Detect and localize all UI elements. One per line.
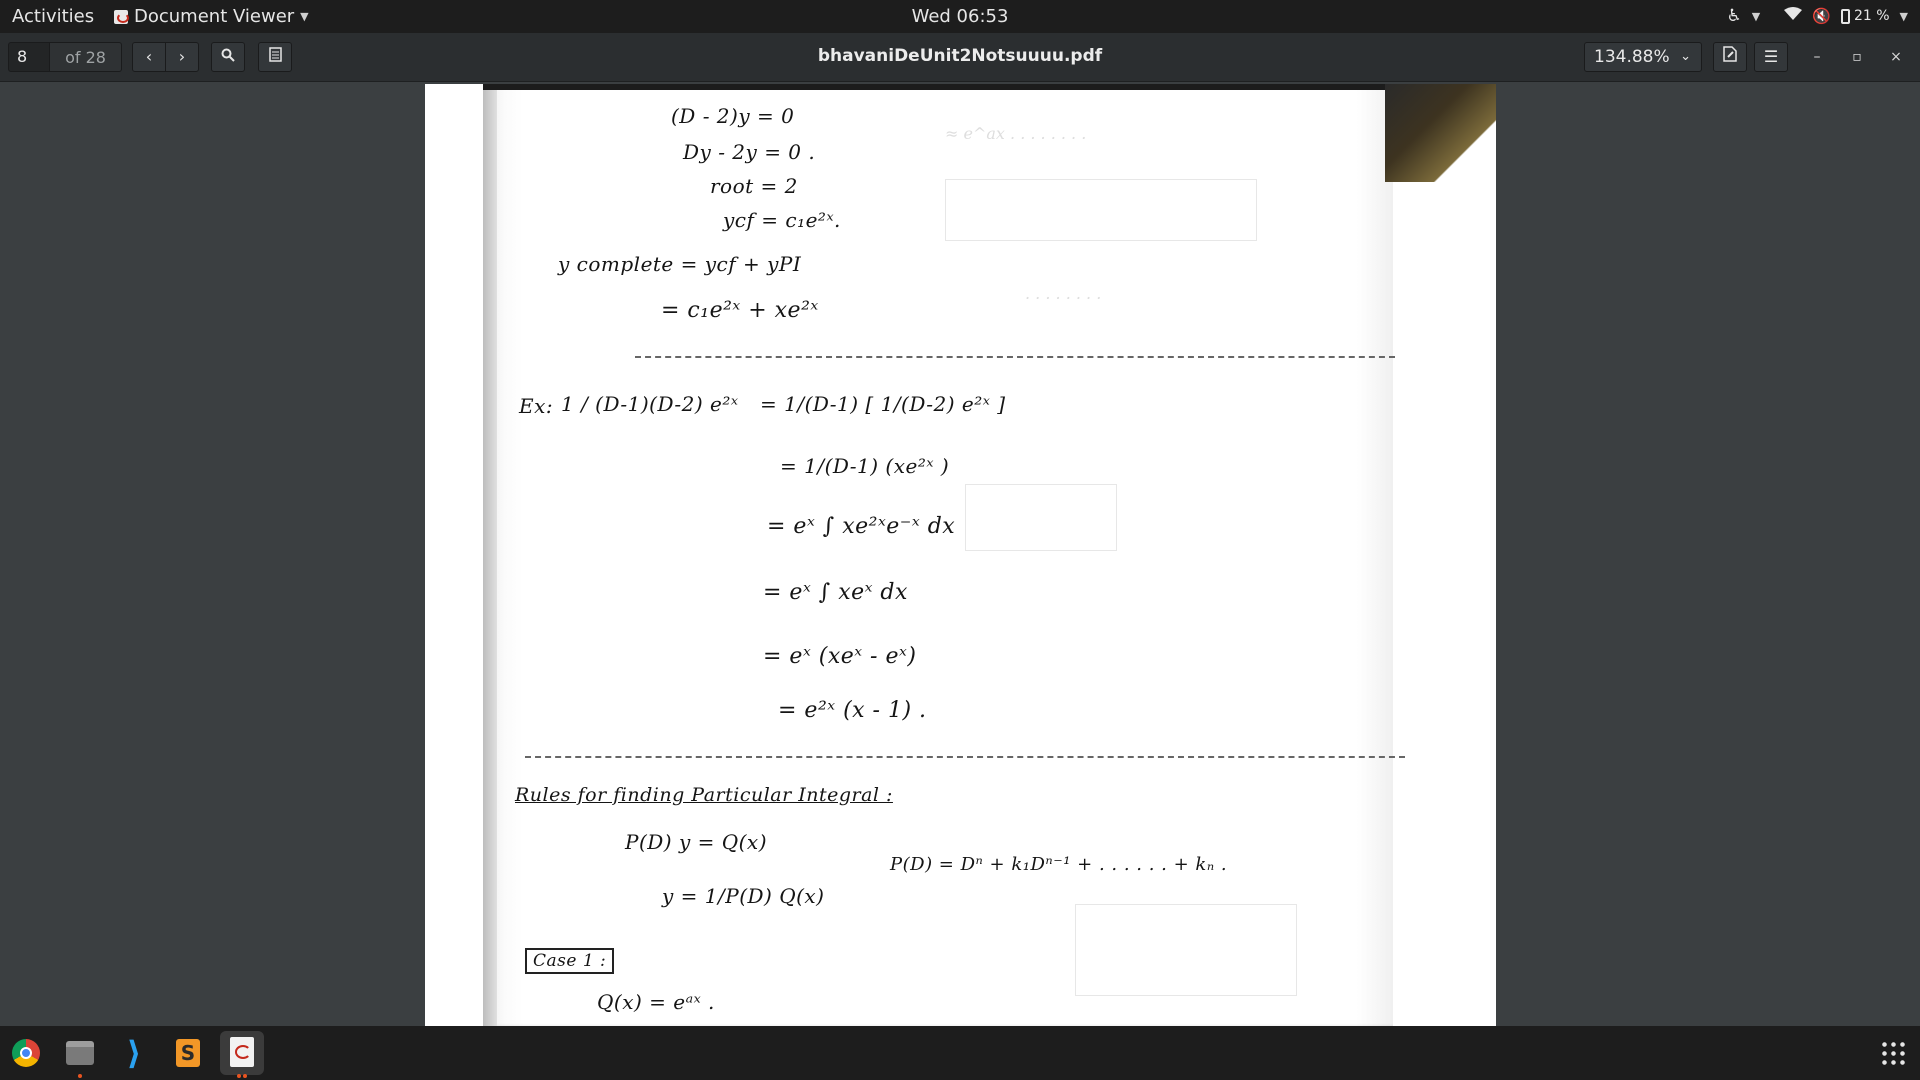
top-bar: Activities Document Viewer ▼ Wed 06:53 ♿…: [0, 0, 1920, 33]
handwritten-line: = 1/(D-1) [ 1/(D-2) e²ˣ ]: [760, 392, 1006, 416]
handwritten-line: 1 / (D-1)(D-2) e²ˣ: [561, 392, 739, 416]
system-tray[interactable]: ♿ ▼ 🔇 21 % ▼: [1727, 6, 1908, 26]
page-number-input[interactable]: [8, 42, 50, 72]
document-viewer-icon: [114, 9, 129, 24]
minimize-button[interactable]: –: [1805, 46, 1829, 68]
notebook-spine: [483, 84, 497, 1026]
files-icon: [66, 1041, 94, 1065]
chevron-down-icon: ▼: [300, 10, 309, 23]
zoom-select[interactable]: 134.88% ⌄: [1584, 42, 1702, 72]
battery-percentage: 21 %: [1853, 8, 1890, 24]
bleed-through-text: . . . . . . . .: [1025, 284, 1102, 303]
chevron-down-icon: ▼: [1751, 9, 1761, 23]
chrome-launcher[interactable]: [4, 1031, 48, 1075]
activities-button[interactable]: Activities: [12, 6, 94, 27]
bleed-through-box: [1075, 904, 1297, 996]
dashed-divider: [635, 356, 1395, 358]
handwritten-line: y complete = ycf + yPI: [558, 252, 802, 276]
handwritten-line: = eˣ ∫ xe²ˣe⁻ˣ dx: [767, 514, 956, 539]
vscode-icon: ⟩: [126, 1034, 142, 1072]
handwritten-line: Dy - 2y = 0 .: [683, 140, 816, 164]
annotate-button[interactable]: [1713, 42, 1747, 72]
document-viewport[interactable]: ≈ e^ax . . . . . . . . . . . . . . . . (…: [0, 82, 1920, 1026]
accessibility-icon[interactable]: ♿: [1727, 6, 1742, 26]
section-heading: Rules for finding Particular Integral :: [515, 784, 893, 806]
document-title: bhavaniDeUnit2Notsuuuu.pdf: [817, 46, 1103, 66]
handwritten-line: ycf = c₁e²ˣ.: [723, 208, 841, 232]
sidebar-toggle-button[interactable]: [258, 42, 292, 72]
dashed-divider: [525, 756, 1405, 758]
show-applications-icon[interactable]: [1880, 1040, 1906, 1066]
search-button[interactable]: [211, 42, 245, 72]
running-indicator: [78, 1074, 82, 1078]
hamburger-menu-icon: ☰: [1763, 47, 1779, 66]
vscode-launcher[interactable]: ⟩: [112, 1031, 156, 1075]
document-viewer-launcher[interactable]: [220, 1031, 264, 1078]
taskbar: ⟩ S: [0, 1026, 1920, 1080]
scan-edge: [483, 84, 1496, 90]
handwritten-line: Q(x) = eᵃˣ .: [597, 990, 715, 1014]
example-label: Ex:: [519, 394, 554, 418]
handwritten-line: = c₁e²ˣ + xe²ˣ: [661, 298, 819, 323]
handwritten-line: P(D) y = Q(x): [625, 830, 768, 854]
chevron-right-icon: ›: [178, 47, 186, 66]
bleed-through-box: [945, 179, 1257, 241]
handwritten-line: (D - 2)y = 0: [671, 104, 795, 128]
bleed-through-text: ≈ e^ax . . . . . . . .: [945, 124, 1087, 143]
chevron-down-icon: ▼: [1899, 9, 1908, 23]
pdf-page: ≈ e^ax . . . . . . . . . . . . . . . . (…: [425, 84, 1496, 1026]
app-menu-label: Document Viewer: [134, 6, 295, 27]
maximize-button[interactable]: ▫: [1845, 46, 1869, 68]
handwritten-line: y = 1/P(D) Q(x): [662, 884, 825, 908]
document-edit-icon: [1723, 46, 1737, 66]
sublime-launcher[interactable]: S: [166, 1031, 210, 1075]
handwritten-line: = e²ˣ (x - 1) .: [778, 698, 927, 723]
bleed-through-box: [965, 484, 1117, 551]
running-indicator: [237, 1074, 241, 1078]
battery-icon: [1840, 8, 1850, 24]
handwritten-line: root = 2: [710, 174, 798, 198]
sidebar-icon: [268, 47, 282, 66]
previous-page-button[interactable]: ‹: [132, 42, 166, 72]
chevron-down-icon: ⌄: [1680, 49, 1691, 64]
clock[interactable]: Wed 06:53: [912, 6, 1009, 27]
handwritten-line: = 1/(D-1) (xe²ˣ ): [780, 454, 950, 478]
handwritten-line: = eˣ ∫ xeˣ dx: [763, 580, 908, 605]
document-viewer-icon: [230, 1037, 254, 1067]
chrome-icon: [12, 1039, 40, 1067]
volume-muted-icon: 🔇: [1812, 7, 1831, 25]
chevron-left-icon: ‹: [145, 47, 153, 66]
handwritten-line: P(D) = Dⁿ + k₁Dⁿ⁻¹ + . . . . . . + kₙ .: [890, 854, 1228, 875]
close-button[interactable]: ×: [1884, 46, 1908, 68]
page-count-label: of 28: [50, 42, 122, 72]
files-launcher[interactable]: [58, 1031, 102, 1078]
case-label: Case 1 :: [525, 948, 615, 974]
sublime-text-icon: S: [176, 1039, 200, 1067]
scan-corner: [1385, 84, 1496, 182]
handwritten-line: = eˣ (xeˣ - eˣ): [763, 644, 917, 669]
zoom-value: 134.88%: [1594, 47, 1670, 67]
search-icon: [221, 47, 235, 66]
app-menu[interactable]: Document Viewer ▼: [114, 6, 309, 27]
header-bar: of 28 ‹ › bhavaniDeUnit2Notsuuuu.pdf 134…: [0, 33, 1920, 82]
next-page-button[interactable]: ›: [165, 42, 199, 72]
wifi-icon: [1784, 7, 1803, 25]
menu-button[interactable]: ☰: [1754, 42, 1788, 72]
running-indicator: [243, 1074, 247, 1078]
